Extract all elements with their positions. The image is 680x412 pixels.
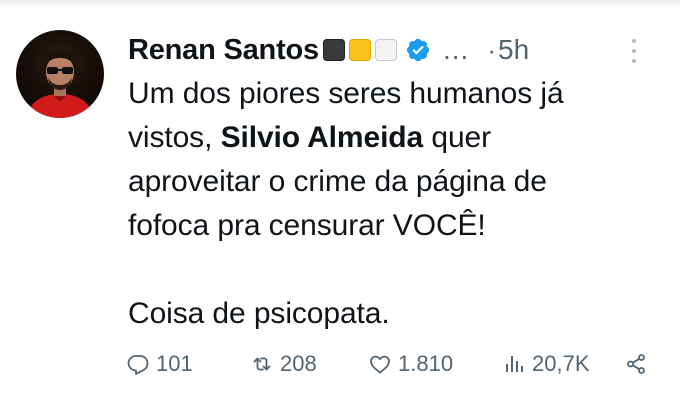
reply-button[interactable]: 101 bbox=[126, 346, 193, 382]
tweet-line: aproveitar o crime da página de bbox=[128, 165, 547, 198]
tweet-line: vistos, Silvio Almeida quer bbox=[128, 116, 648, 160]
tweet-text-segment: vistos, bbox=[128, 121, 221, 154]
avatar[interactable] bbox=[16, 30, 104, 118]
repost-icon bbox=[253, 357, 271, 371]
verified-badge-icon bbox=[406, 38, 430, 62]
tweet-header: Renan Santos ... · 5h bbox=[128, 30, 660, 70]
tweet-card[interactable]: Renan Santos ... · 5h Um dos piores sere… bbox=[0, 0, 680, 412]
heart-icon bbox=[370, 355, 390, 374]
views-count: 20,7K bbox=[532, 351, 590, 376]
dot-icon bbox=[632, 49, 636, 53]
tweet-line: Coisa de psicopata. bbox=[128, 297, 390, 330]
repost-count: 208 bbox=[280, 351, 317, 376]
timestamp[interactable]: 5h bbox=[498, 34, 529, 66]
header-separator: · bbox=[487, 34, 496, 65]
name-overflow-ellipsis: ... bbox=[442, 34, 470, 65]
views-button[interactable]: 20,7K bbox=[502, 346, 590, 382]
reply-icon bbox=[127, 355, 149, 375]
paragraph-break bbox=[128, 248, 648, 292]
mentioned-name: Silvio Almeida bbox=[220, 121, 424, 154]
share-icon bbox=[627, 354, 645, 374]
white-square-emoji bbox=[374, 39, 397, 61]
views-icon bbox=[506, 356, 523, 372]
action-bar: 101 208 1.810 20,7K bbox=[126, 346, 656, 382]
tweet-text: Um dos piores seres humanos já vistos, S… bbox=[128, 72, 648, 336]
tweet-line: Um dos piores seres humanos já bbox=[128, 77, 564, 110]
like-count: 1.810 bbox=[398, 351, 454, 376]
avatar-photo bbox=[26, 51, 94, 118]
tweet-text-segment: quer bbox=[423, 121, 492, 154]
dot-icon bbox=[632, 59, 636, 63]
like-button[interactable]: 1.810 bbox=[368, 346, 453, 382]
author-name[interactable]: Renan Santos bbox=[128, 32, 319, 68]
share-button[interactable] bbox=[624, 346, 654, 382]
black-square-emoji bbox=[322, 39, 345, 61]
reply-count: 101 bbox=[156, 351, 193, 376]
yellow-square-emoji bbox=[348, 39, 371, 61]
more-options-button[interactable] bbox=[626, 36, 642, 66]
tweet-line: fofoca pra censurar VOCÊ! bbox=[128, 209, 486, 242]
repost-button[interactable]: 208 bbox=[250, 346, 317, 382]
dot-icon bbox=[632, 39, 636, 43]
